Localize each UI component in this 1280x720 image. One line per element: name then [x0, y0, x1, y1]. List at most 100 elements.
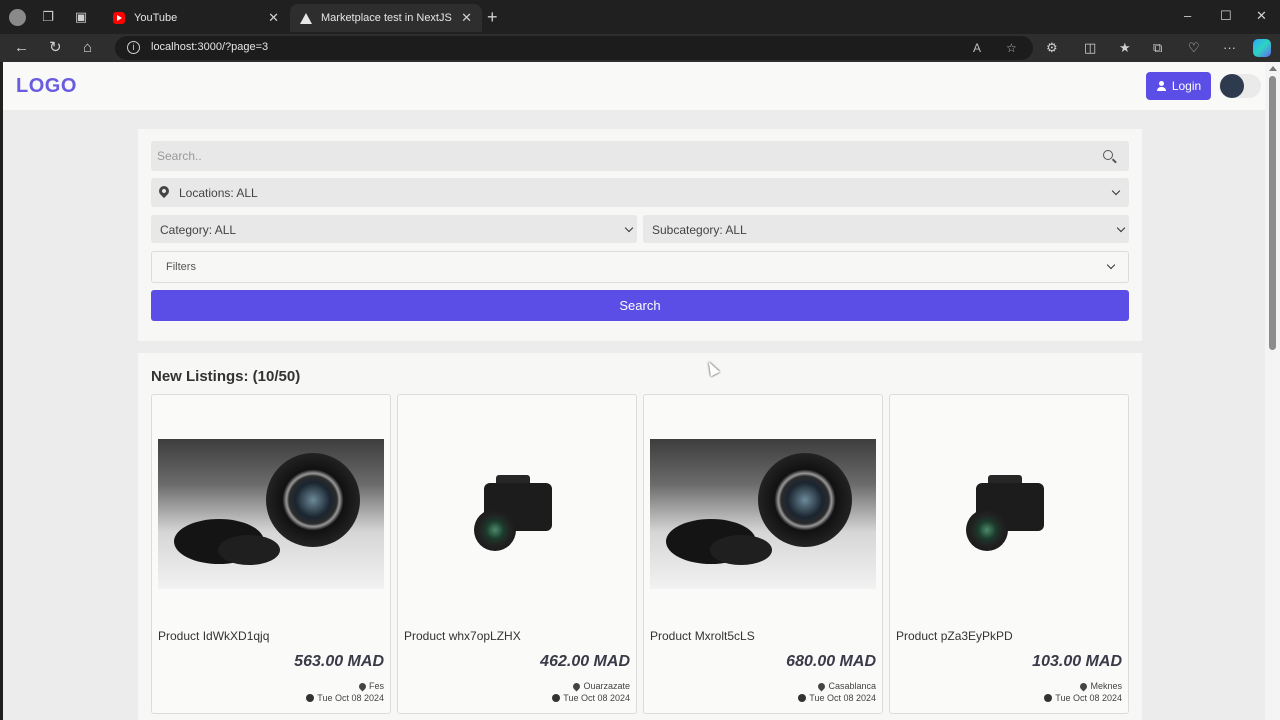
product-card[interactable]: Product Mxrolt5cLS 680.00 MAD Casablanca…	[643, 394, 883, 714]
youtube-icon	[113, 12, 125, 24]
extensions-icon[interactable]: ⚙	[1046, 40, 1058, 56]
product-name[interactable]: Product whx7opLZHX	[404, 629, 521, 643]
listings-title: New Listings: (10/50)	[151, 368, 301, 385]
product-name[interactable]: Product IdWkXD1qjq	[158, 629, 269, 643]
product-price: 462.00 MAD	[540, 653, 630, 670]
favorites-icon[interactable]: ★	[1119, 40, 1131, 56]
category-select-value: Category: ALL	[160, 223, 237, 237]
tab-actions-icon[interactable]: ▣	[73, 9, 89, 25]
camera-lens-shape	[474, 509, 516, 551]
site-info-icon[interactable]: i	[127, 41, 140, 54]
product-card[interactable]: Product pZa3EyPkPD 103.00 MAD Meknes Tue…	[889, 394, 1129, 714]
listings-section: New Listings: (10/50) Product IdWkXD1qjq…	[138, 353, 1142, 720]
site-logo[interactable]: LOGO	[16, 75, 77, 98]
search-input[interactable]	[151, 141, 1129, 171]
login-label: Login	[1171, 79, 1202, 93]
back-icon[interactable]: ←	[14, 39, 29, 57]
product-name[interactable]: Product pZa3EyPkPD	[896, 629, 1013, 643]
filters-accordion[interactable]: Filters	[151, 251, 1129, 283]
search-icon[interactable]	[1103, 150, 1113, 160]
favorite-star-icon[interactable]: ☆	[1006, 41, 1017, 55]
site-header: LOGO Login	[3, 62, 1265, 110]
search-button[interactable]: Search	[151, 290, 1129, 321]
browser-essentials-icon[interactable]: ♡	[1188, 40, 1200, 56]
product-card[interactable]: Product whx7opLZHX 462.00 MAD Ouarzazate…	[397, 394, 637, 714]
product-date: Tue Oct 08 2024	[552, 693, 630, 703]
user-icon	[1156, 81, 1166, 91]
home-icon[interactable]: ⌂	[83, 39, 92, 57]
product-location: Casablanca	[817, 681, 876, 691]
toggle-knob	[1220, 74, 1244, 98]
scrollbar-thumb[interactable]	[1269, 76, 1276, 350]
camera-lens-shape	[966, 509, 1008, 551]
lens-shape	[758, 453, 852, 547]
product-date: Tue Oct 08 2024	[306, 693, 384, 703]
browser-toolbar: ← ↻ ⌂ i localhost:3000/?page=3 A ☆ ⚙ ◫ ★…	[0, 34, 1280, 62]
location-text: Casablanca	[828, 681, 876, 691]
date-text: Tue Oct 08 2024	[563, 693, 630, 703]
tab-youtube[interactable]: YouTube ✕	[103, 4, 289, 32]
chevron-down-icon	[1111, 186, 1121, 196]
location-pin-icon	[1079, 681, 1089, 691]
product-location: Meknes	[1079, 681, 1122, 691]
product-location: Fes	[357, 681, 384, 691]
product-location: Ouarzazate	[572, 681, 630, 691]
nextjs-icon	[300, 12, 312, 24]
product-price: 563.00 MAD	[294, 653, 384, 670]
tab-marketplace[interactable]: Marketplace test in NextJS ✕	[290, 4, 482, 32]
close-icon[interactable]: ✕	[268, 10, 279, 26]
product-card[interactable]: Product IdWkXD1qjq 563.00 MAD Fes Tue Oc…	[151, 394, 391, 714]
location-pin-icon	[817, 681, 827, 691]
new-tab-button[interactable]: +	[487, 8, 498, 26]
lens-shape	[266, 453, 360, 547]
product-price: 680.00 MAD	[786, 653, 876, 670]
reload-icon[interactable]: ↻	[49, 39, 62, 57]
minimize-icon[interactable]: –	[1184, 8, 1191, 23]
category-select[interactable]: Category: ALL	[151, 215, 637, 243]
lens-cap-shape	[710, 535, 772, 565]
product-price: 103.00 MAD	[1032, 653, 1122, 670]
location-pin-icon	[357, 681, 368, 691]
scroll-up-arrow-icon[interactable]	[1269, 66, 1277, 71]
login-button[interactable]: Login	[1146, 72, 1211, 100]
url-text[interactable]: localhost:3000/?page=3	[151, 41, 268, 53]
profile-icon[interactable]	[9, 9, 26, 26]
page-viewport: LOGO Login Locations: ALL Category: ALL …	[3, 62, 1265, 720]
theme-toggle[interactable]	[1219, 74, 1261, 98]
chevron-down-icon	[624, 223, 634, 233]
location-select[interactable]: Locations: ALL	[151, 178, 1129, 207]
product-date: Tue Oct 08 2024	[798, 693, 876, 703]
lens-cap-shape	[218, 535, 280, 565]
window-close-icon[interactable]: ✕	[1256, 8, 1267, 24]
clock-icon	[552, 694, 561, 702]
location-text: Fes	[368, 681, 384, 691]
split-screen-icon[interactable]: ◫	[1084, 40, 1096, 56]
product-image[interactable]	[650, 439, 876, 589]
chevron-down-icon	[1106, 260, 1116, 270]
copilot-icon[interactable]	[1253, 39, 1271, 57]
product-image[interactable]	[404, 439, 630, 589]
product-date: Tue Oct 08 2024	[1044, 693, 1122, 703]
location-select-value: Locations: ALL	[179, 186, 258, 200]
location-pin-icon	[156, 183, 172, 199]
maximize-icon[interactable]: ☐	[1220, 8, 1232, 24]
close-icon[interactable]: ✕	[461, 10, 472, 26]
clock-icon	[798, 694, 807, 702]
product-image[interactable]	[158, 439, 384, 589]
collections-icon[interactable]: ⧉	[1153, 40, 1162, 56]
location-text: Ouarzazate	[583, 681, 630, 691]
more-menu-icon[interactable]: ···	[1223, 40, 1236, 56]
tab-title: YouTube	[134, 12, 178, 24]
product-image[interactable]	[896, 439, 1122, 589]
tab-title: Marketplace test in NextJS	[321, 12, 452, 24]
date-text: Tue Oct 08 2024	[1055, 693, 1122, 703]
read-aloud-icon[interactable]: A	[973, 41, 981, 55]
product-name[interactable]: Product Mxrolt5cLS	[650, 629, 755, 643]
page-scrollbar[interactable]	[1265, 62, 1280, 720]
workspaces-icon[interactable]: ❐	[40, 9, 56, 25]
subcategory-select[interactable]: Subcategory: ALL	[643, 215, 1129, 243]
location-pin-icon	[572, 681, 582, 691]
address-bar[interactable]: i localhost:3000/?page=3 A ☆	[115, 36, 1033, 60]
clock-icon	[306, 694, 315, 702]
filters-label: Filters	[166, 261, 196, 273]
